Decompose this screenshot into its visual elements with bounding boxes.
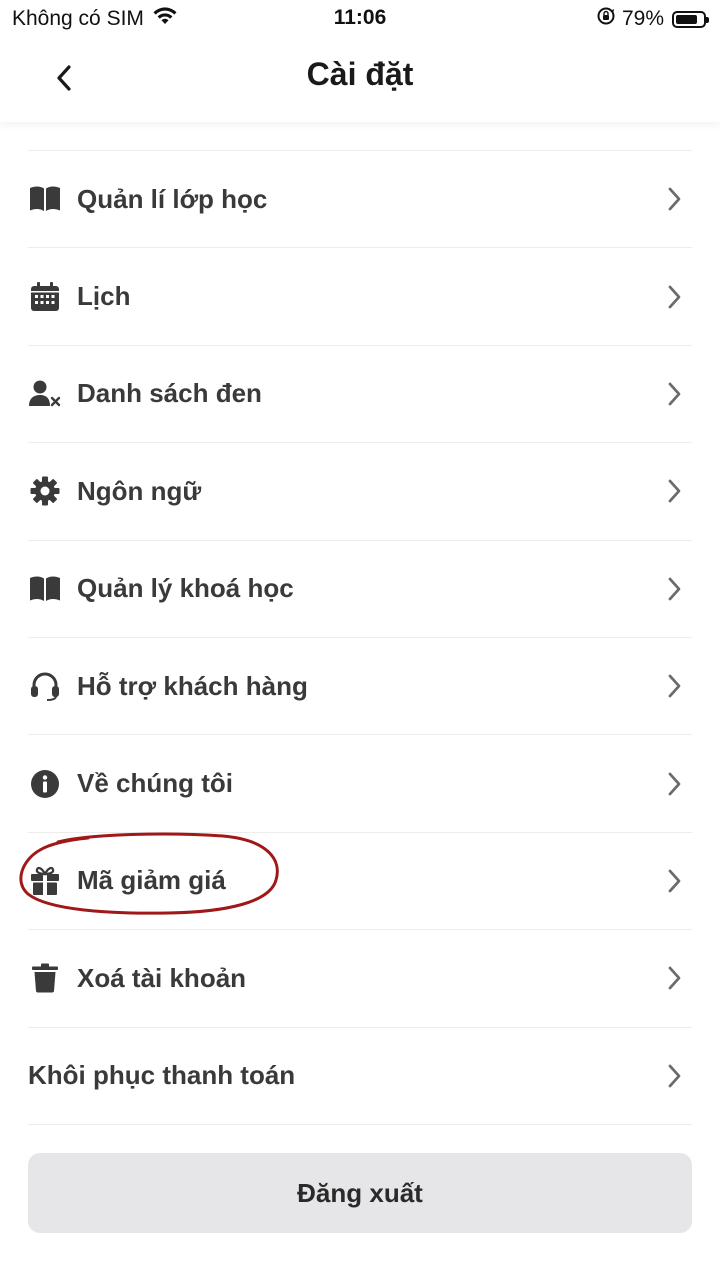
navigation-header: Cài đặt xyxy=(0,36,720,122)
battery-icon xyxy=(672,10,709,28)
settings-item-label: Danh sách đen xyxy=(77,378,262,409)
trash-icon xyxy=(28,961,62,995)
calendar-icon xyxy=(28,280,62,314)
settings-item-label: Ngôn ngữ xyxy=(77,475,202,506)
status-bar: Không có SIM 11:06 79% xyxy=(0,0,720,36)
status-right: 79% xyxy=(596,6,709,32)
settings-item-label: Hỗ trợ khách hàng xyxy=(77,670,308,701)
info-icon xyxy=(28,767,62,801)
settings-screen: Không có SIM 11:06 79% Cài đặt Quản lí l… xyxy=(0,0,720,1280)
battery-percent: 79% xyxy=(621,7,664,30)
book-icon xyxy=(28,182,62,216)
settings-list: Quản lí lớp học Lịch Danh sách đen Ngôn … xyxy=(28,150,692,1125)
chevron-right-icon xyxy=(668,285,681,308)
settings-item-discount-code[interactable]: Mã giảm giá xyxy=(28,833,692,931)
settings-item-restore-purchases[interactable]: Khôi phục thanh toán xyxy=(28,1028,692,1125)
page-title: Cài đặt xyxy=(306,56,414,92)
gift-icon xyxy=(28,864,62,898)
settings-item-label: Quản lý khoá học xyxy=(77,573,294,604)
chevron-right-icon xyxy=(668,966,681,990)
book-icon xyxy=(28,572,62,606)
battery-nub xyxy=(706,16,709,23)
chevron-right-icon xyxy=(668,187,681,211)
orientation-lock-icon xyxy=(596,6,616,32)
chevron-right-icon xyxy=(668,869,681,893)
headset-icon xyxy=(28,669,62,703)
battery-fill xyxy=(676,14,697,24)
chevron-right-icon xyxy=(668,674,681,698)
settings-item-delete-account[interactable]: Xoá tài khoản xyxy=(28,930,692,1028)
settings-item-course-management[interactable]: Quản lý khoá học xyxy=(28,541,692,638)
settings-item-language[interactable]: Ngôn ngữ xyxy=(28,443,692,541)
settings-item-customer-support[interactable]: Hỗ trợ khách hàng xyxy=(28,638,692,736)
settings-item-about-us[interactable]: Về chúng tôi xyxy=(28,735,692,833)
settings-item-label: Mã giảm giá xyxy=(77,865,226,896)
gear-icon xyxy=(28,474,62,508)
logout-button[interactable]: Đăng xuất xyxy=(28,1153,692,1233)
settings-item-label: Quản lí lớp học xyxy=(77,183,268,214)
settings-item-blacklist[interactable]: Danh sách đen xyxy=(28,346,692,444)
settings-item-calendar[interactable]: Lịch xyxy=(28,248,692,346)
settings-item-class-management[interactable]: Quản lí lớp học xyxy=(28,151,692,249)
chevron-right-icon xyxy=(668,577,681,601)
chevron-right-icon xyxy=(668,479,681,503)
settings-item-label: Về chúng tôi xyxy=(77,768,233,799)
chevron-right-icon xyxy=(668,382,681,406)
settings-item-label: Xoá tài khoản xyxy=(77,962,247,993)
user-block-icon xyxy=(28,377,62,411)
chevron-right-icon xyxy=(668,772,681,795)
settings-item-label: Khôi phục thanh toán xyxy=(28,1060,296,1091)
chevron-right-icon xyxy=(668,1064,681,1088)
settings-item-label: Lịch xyxy=(77,281,131,312)
